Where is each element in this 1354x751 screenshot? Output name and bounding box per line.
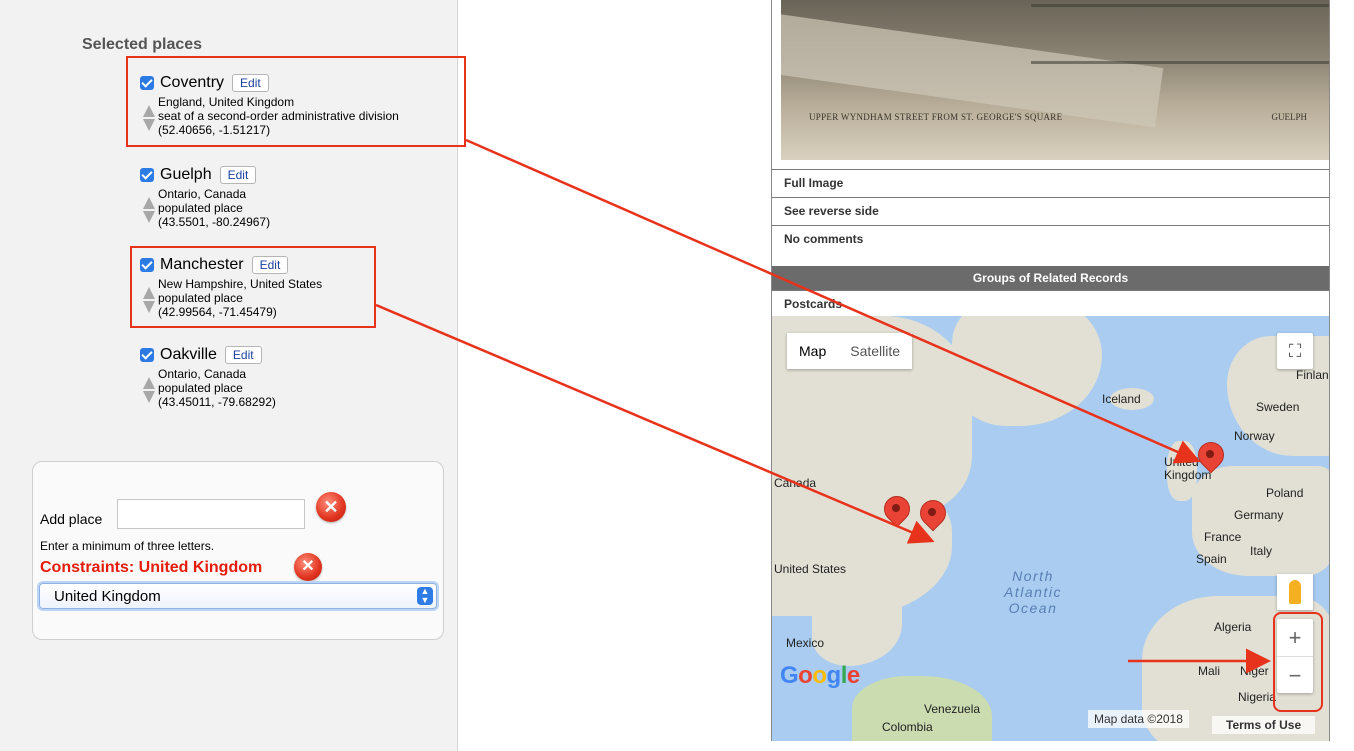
constraints-label: Constraints: United Kingdom — [40, 559, 263, 576]
label-finland: Finlan — [1296, 368, 1329, 382]
drag-handle-icon[interactable] — [140, 377, 158, 405]
constraint-select-value: United Kingdom — [54, 588, 161, 605]
label-mexico: Mexico — [786, 636, 825, 650]
add-place-input[interactable] — [117, 499, 305, 529]
place-coords: (43.5501, -80.24967) — [158, 215, 271, 229]
map-pin-coventry[interactable] — [1198, 442, 1222, 478]
land-greenland — [952, 316, 1102, 426]
place-type: populated place — [158, 381, 243, 395]
label-norway: Norway — [1234, 429, 1275, 443]
constraint-select[interactable]: United Kingdom ▲ ▼ — [39, 583, 437, 609]
google-logo: Google — [780, 662, 860, 689]
map-type-control: Map Satellite — [787, 333, 913, 369]
postcard-image[interactable]: UPPER WYNDHAM STREET FROM ST. GEORGE'S S… — [781, 0, 1329, 160]
map-attribution: Map data ©2018 — [1088, 710, 1189, 728]
map-pin-manchester[interactable] — [920, 500, 944, 536]
label-nigeria: Nigeria — [1238, 690, 1277, 704]
label-colombia: Colombia — [882, 720, 933, 734]
photo-railing — [1031, 4, 1329, 64]
pegman-body — [1289, 580, 1301, 604]
label-us: United States — [774, 562, 847, 576]
selected-places-title: Selected places — [82, 36, 203, 53]
label-italy: Italy — [1250, 544, 1273, 558]
place-type: populated place — [158, 201, 243, 215]
drag-handle-icon[interactable] — [140, 197, 158, 225]
full-image-link[interactable]: Full Image — [772, 169, 1329, 197]
land-mexico — [812, 596, 902, 666]
postcard-caption-city: GUELPH — [1271, 112, 1308, 122]
label-sweden: Sweden — [1256, 400, 1300, 414]
edit-button[interactable]: Edit — [224, 346, 262, 364]
place-region: Ontario, Canada — [158, 187, 247, 201]
street-view-pegman-icon[interactable] — [1277, 574, 1313, 610]
highlight-box-manchester — [130, 246, 376, 328]
page: Selected places Coventry Edit England, U… — [0, 0, 1354, 751]
add-place-box: Add place ✕ Enter a minimum of three let… — [32, 461, 444, 640]
reverse-side-link[interactable]: See reverse side — [772, 197, 1329, 225]
label-venezuela: Venezuela — [924, 702, 981, 716]
map-type-satellite-button[interactable]: Satellite — [838, 333, 912, 369]
label-ocean: North Atlantic Ocean — [1004, 568, 1062, 616]
label-germany: Germany — [1234, 508, 1284, 522]
label-iceland: Iceland — [1102, 392, 1141, 406]
place-checkbox[interactable] — [140, 348, 154, 362]
place-item-oakville: Oakville Edit Ontario, Canada populated … — [140, 345, 460, 409]
place-region: Ontario, Canada — [158, 367, 247, 381]
add-place-hint: Enter a minimum of three letters. — [40, 539, 215, 553]
land-us — [772, 476, 952, 616]
terms-of-use-link[interactable]: Terms of Use — [1212, 716, 1316, 734]
place-name: Oakville — [160, 346, 217, 363]
remove-constraint-icon[interactable]: ✕ — [294, 553, 322, 581]
postcards-link[interactable]: Postcards — [772, 290, 1329, 316]
edit-button[interactable]: Edit — [219, 166, 257, 184]
map-type-map-button[interactable]: Map — [787, 333, 838, 369]
highlight-box-coventry — [126, 56, 466, 147]
label-algeria: Algeria — [1214, 620, 1252, 634]
places-panel: Selected places Coventry Edit England, U… — [0, 0, 466, 751]
label-spain: Spain — [1196, 552, 1227, 566]
comments-text: No comments — [772, 225, 1329, 266]
place-item-guelph: Guelph Edit Ontario, Canada populated pl… — [140, 165, 460, 229]
place-coords: (43.45011, -79.68292) — [158, 395, 276, 409]
groups-header: Groups of Related Records — [772, 266, 1329, 290]
label-canada: Canada — [774, 476, 817, 490]
label-poland: Poland — [1266, 486, 1304, 500]
label-mali: Mali — [1198, 664, 1221, 678]
clear-place-icon[interactable]: ✕ — [316, 492, 346, 522]
add-place-label: Add place — [40, 511, 103, 527]
label-france: France — [1204, 530, 1242, 544]
map[interactable]: Iceland Finlan Sweden Norway United King… — [772, 316, 1329, 741]
postcard-caption: UPPER WYNDHAM STREET FROM ST. GEORGE'S S… — [809, 112, 1063, 122]
highlight-box-zoom — [1273, 612, 1323, 712]
select-arrows-icon: ▲ ▼ — [417, 587, 433, 605]
record-panel: UPPER WYNDHAM STREET FROM ST. GEORGE'S S… — [771, 0, 1330, 741]
place-checkbox[interactable] — [140, 168, 154, 182]
place-name: Guelph — [160, 166, 212, 183]
map-pin-guelph[interactable] — [884, 496, 908, 532]
label-niger: Niger — [1240, 664, 1269, 678]
fullscreen-icon[interactable]: ⛶ — [1277, 333, 1313, 369]
